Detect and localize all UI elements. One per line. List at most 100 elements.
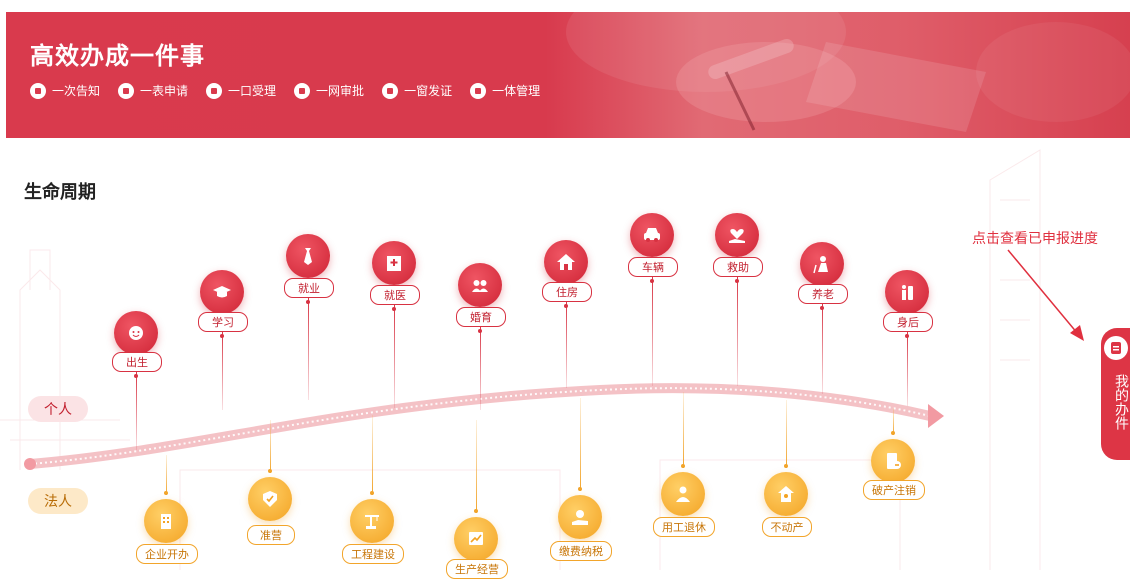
personal-track-tag: 个人 bbox=[28, 396, 88, 422]
feature-item: 一口受理 bbox=[206, 82, 276, 99]
feature-label: 一表申请 bbox=[140, 84, 189, 98]
corporate-track-tag: 法人 bbox=[28, 488, 88, 514]
timeline-connector bbox=[372, 415, 373, 495]
corporate-item-label[interactable]: 不动产 bbox=[762, 517, 812, 537]
baby-icon[interactable] bbox=[114, 311, 158, 355]
personal-item-label[interactable]: 出生 bbox=[112, 352, 162, 372]
form-icon bbox=[118, 82, 135, 99]
timeline-connector bbox=[476, 420, 477, 513]
car-icon[interactable] bbox=[630, 213, 674, 257]
timeline-connector bbox=[270, 420, 271, 473]
user-icon bbox=[294, 82, 311, 99]
document-icon bbox=[1104, 336, 1128, 360]
timeline-connector bbox=[480, 325, 481, 410]
timeline-connector bbox=[652, 275, 653, 386]
feature-item: 一表申请 bbox=[118, 82, 188, 99]
timeline-connector bbox=[222, 330, 223, 410]
timeline-connector bbox=[566, 300, 567, 388]
badge-icon[interactable] bbox=[248, 477, 292, 521]
connector-dot bbox=[681, 464, 685, 468]
property-icon[interactable] bbox=[764, 472, 808, 516]
coin-hand-icon[interactable] bbox=[558, 495, 602, 539]
timeline-connector bbox=[786, 400, 787, 468]
feature-label: 一窗发证 bbox=[404, 84, 453, 98]
corporate-item-label[interactable]: 工程建设 bbox=[342, 544, 404, 564]
feature-item: 一体管理 bbox=[470, 82, 540, 99]
crane-icon[interactable] bbox=[350, 499, 394, 543]
corporate-item-label[interactable]: 企业开办 bbox=[136, 544, 198, 564]
hospital-icon[interactable] bbox=[372, 241, 416, 285]
elderly-icon[interactable] bbox=[800, 242, 844, 286]
connector-dot bbox=[268, 469, 272, 473]
connector-dot bbox=[370, 491, 374, 495]
connector-dot bbox=[650, 279, 654, 283]
personal-item-label[interactable]: 就业 bbox=[284, 278, 334, 298]
feature-list: 一次告知 一表申请 一口受理 一网审批 一窗发证 一体管理 bbox=[30, 82, 558, 99]
corporate-item-label[interactable]: 准营 bbox=[247, 525, 295, 545]
banner-photo-decoration bbox=[566, 12, 1130, 132]
feature-label: 一体管理 bbox=[492, 84, 541, 98]
connector-dot bbox=[784, 464, 788, 468]
couple-icon[interactable] bbox=[458, 263, 502, 307]
corporate-item-label[interactable]: 用工退休 bbox=[653, 517, 715, 537]
personal-item-label[interactable]: 就医 bbox=[370, 285, 420, 305]
feature-label: 一口受理 bbox=[228, 84, 277, 98]
corporate-item-label[interactable]: 缴费纳税 bbox=[550, 541, 612, 561]
connector-dot bbox=[392, 307, 396, 311]
connector-dot bbox=[134, 374, 138, 378]
graduation-cap-icon[interactable] bbox=[200, 270, 244, 314]
connector-dot bbox=[735, 279, 739, 283]
timeline-connector bbox=[166, 455, 167, 495]
timeline-connector bbox=[822, 302, 823, 394]
connector-dot bbox=[578, 487, 582, 491]
timeline-connector bbox=[308, 296, 309, 400]
connector-dot bbox=[220, 334, 224, 338]
my-applications-tab[interactable]: 我的办件 bbox=[1101, 328, 1130, 460]
chart-icon[interactable] bbox=[454, 517, 498, 561]
inbox-icon bbox=[206, 82, 223, 99]
personal-item-label[interactable]: 身后 bbox=[883, 312, 933, 332]
heart-hand-icon[interactable] bbox=[715, 213, 759, 257]
feature-label: 一次告知 bbox=[52, 84, 101, 98]
connector-dot bbox=[474, 509, 478, 513]
personal-item-label[interactable]: 救助 bbox=[713, 257, 763, 277]
manage-icon bbox=[470, 82, 487, 99]
personal-item-label[interactable]: 养老 bbox=[798, 284, 848, 304]
connector-dot bbox=[905, 334, 909, 338]
timeline-connector bbox=[394, 303, 395, 408]
my-applications-label: 我的办件 bbox=[1113, 374, 1129, 430]
banner-title: 高效办成一件事 bbox=[30, 42, 205, 70]
feature-item: 一网审批 bbox=[294, 82, 364, 99]
connector-dot bbox=[564, 304, 568, 308]
notice-icon bbox=[30, 82, 46, 99]
feature-item: 一窗发证 bbox=[382, 82, 452, 99]
feature-item: 一次告知 bbox=[30, 82, 100, 99]
corporate-item-label[interactable]: 生产经营 bbox=[446, 559, 508, 579]
memorial-icon[interactable] bbox=[885, 270, 929, 314]
connector-dot bbox=[820, 306, 824, 310]
certificate-icon bbox=[382, 82, 399, 99]
feature-label: 一网审批 bbox=[316, 84, 365, 98]
worker-icon[interactable] bbox=[661, 472, 705, 516]
timeline-connector bbox=[580, 398, 581, 491]
timeline-connector bbox=[907, 330, 908, 406]
timeline-connector bbox=[737, 275, 738, 386]
connector-dot bbox=[891, 431, 895, 435]
personal-item-label[interactable]: 学习 bbox=[198, 312, 248, 332]
cancel-doc-icon[interactable] bbox=[871, 439, 915, 483]
corporate-item-label[interactable]: 破产注销 bbox=[863, 480, 925, 500]
personal-item-label[interactable]: 住房 bbox=[542, 282, 592, 302]
building-icon[interactable] bbox=[144, 499, 188, 543]
timeline-connector bbox=[683, 392, 684, 468]
tie-icon[interactable] bbox=[286, 234, 330, 278]
connector-dot bbox=[478, 329, 482, 333]
progress-hint[interactable]: 点击查看已申报进度 bbox=[972, 228, 1098, 248]
hint-arrow bbox=[1007, 249, 1084, 341]
house-icon[interactable] bbox=[544, 240, 588, 284]
banner: 高效办成一件事 一次告知 一表申请 一口受理 一网审批 一窗发证 一体管理 bbox=[6, 12, 1130, 138]
personal-item-label[interactable]: 婚育 bbox=[456, 307, 506, 327]
personal-item-label[interactable]: 车辆 bbox=[628, 257, 678, 277]
timeline-connector bbox=[136, 370, 137, 450]
connector-dot bbox=[164, 491, 168, 495]
connector-dot bbox=[306, 300, 310, 304]
